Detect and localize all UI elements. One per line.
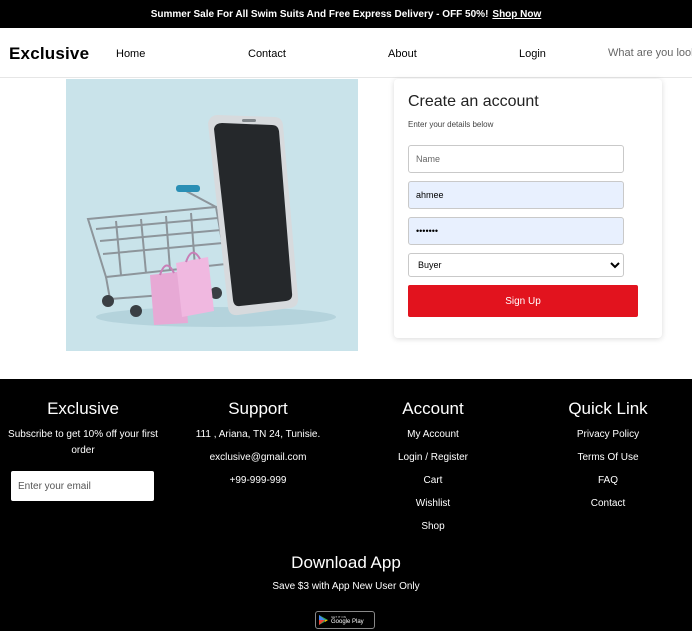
hero-image	[66, 79, 358, 351]
search-input[interactable]	[600, 40, 692, 66]
footer-quick-title: Quick Link	[568, 399, 648, 418]
footer-col-support: Support 111 , Ariana, TN 24, Tunisie. ex…	[176, 399, 340, 496]
footer: Exclusive Subscribe to get 10% off your …	[0, 379, 692, 631]
footer-link-terms[interactable]: Terms Of Use	[526, 450, 690, 466]
nav-link-contact[interactable]: Contact	[248, 48, 286, 60]
name-field[interactable]	[408, 145, 624, 173]
google-play-big-text: Google Play	[331, 618, 364, 625]
support-phone[interactable]: +99-999-999	[176, 473, 340, 489]
google-play-text: GET IT ON Google Play	[331, 615, 364, 625]
signup-card: Create an account Enter your details bel…	[394, 79, 662, 338]
logo[interactable]: Exclusive	[9, 44, 89, 64]
footer-link-wishlist[interactable]: Wishlist	[352, 496, 514, 512]
footer-col-quick-link: Quick Link Privacy Policy Terms Of Use F…	[526, 399, 690, 519]
nav-link-login[interactable]: Login	[519, 48, 546, 60]
footer-exclusive-title: Exclusive	[47, 399, 119, 418]
password-field[interactable]	[408, 217, 624, 245]
promo-text: Summer Sale For All Swim Suits And Free …	[150, 8, 489, 20]
footer-support-title: Support	[228, 399, 288, 418]
nav-link-about[interactable]: About	[388, 48, 417, 60]
footer-link-shop[interactable]: Shop	[352, 519, 514, 535]
download-app-subtitle: Save $3 with App New User Only	[272, 581, 420, 592]
signup-title: Create an account	[408, 93, 539, 110]
shop-now-link[interactable]: Shop Now	[492, 9, 541, 20]
subscribe-text: Subscribe to get 10% off your first orde…	[8, 429, 158, 456]
support-email[interactable]: exclusive@gmail.com	[176, 450, 340, 466]
support-address: 111 , Ariana, TN 24, Tunisie.	[195, 429, 321, 440]
google-play-icon	[319, 615, 328, 625]
subscribe-email-input[interactable]	[11, 471, 154, 501]
nav-link-home[interactable]: Home	[116, 48, 145, 60]
role-select[interactable]: Buyer	[408, 253, 624, 277]
footer-link-cart[interactable]: Cart	[352, 473, 514, 489]
email-field[interactable]	[408, 181, 624, 209]
footer-link-faq[interactable]: FAQ	[526, 473, 690, 489]
download-app-title: Download App	[291, 553, 401, 572]
footer-link-privacy[interactable]: Privacy Policy	[526, 427, 690, 443]
shopping-cart-phone-illustration	[66, 79, 358, 351]
signup-button[interactable]: Sign Up	[408, 285, 638, 317]
signup-subtitle: Enter your details below	[408, 120, 494, 129]
navbar: Exclusive Home Contact About Login	[0, 28, 692, 78]
footer-link-contact[interactable]: Contact	[526, 496, 690, 512]
footer-col-account: Account My Account Login / Register Cart…	[352, 399, 514, 542]
footer-link-login-register[interactable]: Login / Register	[352, 450, 514, 466]
footer-link-my-account[interactable]: My Account	[352, 427, 514, 443]
footer-col-exclusive: Exclusive Subscribe to get 10% off your …	[0, 399, 166, 501]
download-app-section: Download App Save $3 with App New User O…	[0, 553, 692, 592]
footer-account-title: Account	[402, 399, 464, 418]
google-play-badge[interactable]: GET IT ON Google Play	[315, 611, 375, 629]
promo-bar: Summer Sale For All Swim Suits And Free …	[0, 0, 692, 28]
